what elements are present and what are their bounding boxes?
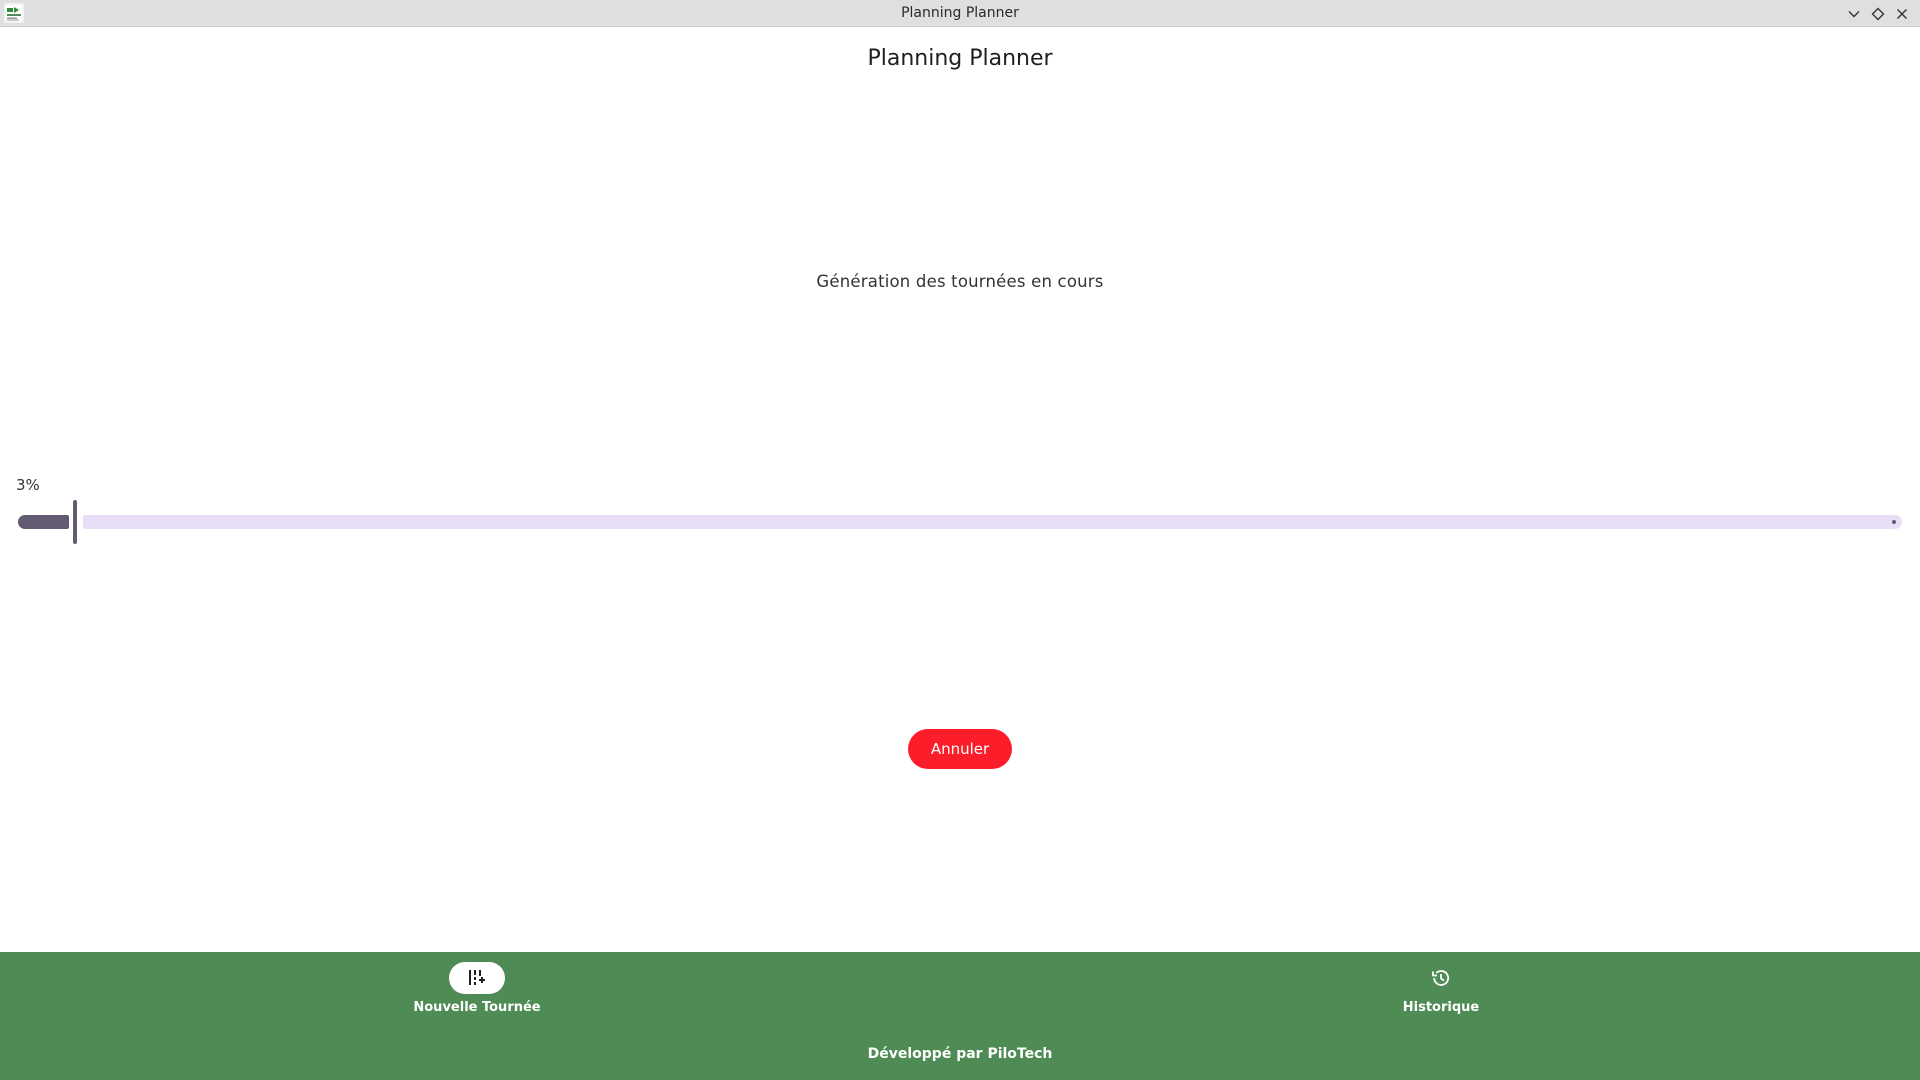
chevron-down-icon (1848, 10, 1860, 17)
window-controls (1842, 0, 1914, 27)
nav-label-new-route: Nouvelle Tournée (413, 1000, 541, 1015)
add-route-icon (469, 970, 485, 985)
close-icon (1897, 8, 1907, 19)
progress-end-dot (1892, 520, 1896, 524)
diamond-icon (1871, 7, 1885, 20)
nav-active-indicator (449, 962, 505, 994)
progress-track (83, 515, 1902, 529)
close-button[interactable] (1890, 2, 1914, 26)
title-bar[interactable]: Planning Planner (0, 0, 1920, 27)
nav-label-history: Historique (1402, 1000, 1480, 1015)
progress-handle[interactable] (73, 500, 77, 544)
generation-status-text: Génération des tournées en cours (816, 272, 1104, 291)
progress-fill (18, 515, 69, 529)
window-title: Planning Planner (901, 5, 1019, 21)
history-icon (1432, 970, 1450, 986)
developer-credit: Développé par PiloTech (867, 1046, 1053, 1062)
cancel-button[interactable]: Annuler (908, 729, 1012, 769)
minimize-button[interactable] (1842, 2, 1866, 26)
maximize-button[interactable] (1866, 2, 1890, 26)
page-title: Planning Planner (867, 46, 1053, 71)
nav-item-history[interactable]: Historique (1341, 962, 1541, 1015)
nav-icon-container (1413, 962, 1469, 994)
nav-item-new-route[interactable]: Nouvelle Tournée (377, 962, 577, 1015)
bottom-navigation-bar: Nouvelle Tournée Historique Développé pa… (0, 952, 1920, 1080)
progress-slider[interactable] (18, 500, 1902, 544)
progress-percent-label: 3% (16, 476, 40, 494)
app-window: Planning Planner Planning Planner Généra… (0, 0, 1920, 1080)
